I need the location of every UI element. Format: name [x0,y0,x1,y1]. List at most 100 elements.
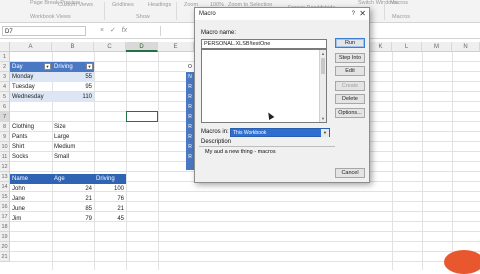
custom-views-button[interactable]: Custom Views [58,2,93,8]
table-cell[interactable]: 76 [94,194,126,204]
delete-button[interactable]: Delete [335,94,365,104]
table-header[interactable]: Age [52,174,94,184]
enter-icon[interactable]: ✓ [110,27,116,34]
row-header[interactable]: 19 [0,232,10,242]
run-button[interactable]: Run [335,38,365,48]
table-cell[interactable]: 79 [52,214,94,224]
list-item[interactable]: Socks [10,152,52,162]
row-header[interactable]: 20 [0,242,10,252]
row-header[interactable]: 5 [0,92,10,102]
column-header-n[interactable]: N [452,42,480,52]
row-header[interactable]: 18 [0,222,10,232]
column-header-m[interactable]: M [422,42,452,52]
table-cell[interactable]: 24 [52,184,94,194]
table-cell[interactable]: 95 [52,82,94,92]
list-item[interactable]: Size [52,122,94,132]
chevron-down-icon[interactable]: ▼ [321,129,329,137]
column-header-c[interactable]: C [94,42,126,52]
list-item[interactable]: Large [52,132,94,142]
table-cell[interactable]: 21 [52,194,94,204]
row-header[interactable]: 9 [0,132,10,142]
grid-line [452,52,453,270]
table-cell[interactable]: June [10,204,52,214]
table-cell[interactable]: Monday [10,72,52,82]
table-cell[interactable]: 100 [94,184,126,194]
row-header[interactable]: 2 [0,62,10,72]
row-header[interactable]: 14 [0,182,10,192]
row-header[interactable]: 3 [0,72,10,82]
table-cell[interactable]: 110 [52,92,94,102]
macro-name-input[interactable]: PERSONAL.XLSB!testOne [201,39,327,49]
list-item[interactable]: Clothing [10,122,52,132]
list-item[interactable]: Pants [10,132,52,142]
column-header-k[interactable]: K [370,42,392,52]
column-header-d[interactable]: D [126,42,158,52]
partial-cell: R [188,144,192,150]
row-header[interactable]: 21 [0,252,10,262]
row-header[interactable]: 16 [0,202,10,212]
scroll-thumb[interactable] [321,58,325,74]
gridlines-checkbox[interactable]: Gridlines [112,2,134,8]
table-header[interactable]: Name [10,174,52,184]
column-header-a[interactable]: A [10,42,52,52]
column-header-l[interactable]: L [392,42,422,52]
cancel-icon[interactable]: × [100,27,104,34]
description-label: Description [201,139,232,145]
table-header[interactable]: Day ▼ [10,62,52,72]
grid-line [126,52,127,270]
table-cell[interactable]: Wednesday [10,92,52,102]
create-button[interactable]: Create [335,81,365,91]
row-header[interactable]: 1 [0,52,10,62]
row-header[interactable]: 7 [0,112,10,122]
row-header[interactable]: 13 [0,172,10,182]
group-macros: Macros [392,14,411,20]
headings-checkbox[interactable]: Headings [148,2,171,8]
partial-cell: R [188,104,192,110]
partial-cell: O [186,62,194,72]
select-all-corner[interactable] [0,42,10,52]
macro-list[interactable]: ▲ ▼ [201,49,327,123]
row-header[interactable]: 4 [0,82,10,92]
close-icon[interactable]: ✕ [359,8,366,20]
table-cell[interactable]: John [10,184,52,194]
table-cell[interactable]: 21 [94,204,126,214]
options-button[interactable]: Options... [335,108,365,118]
table-cell[interactable]: Tuesday [10,82,52,92]
table-cell[interactable]: 85 [52,204,94,214]
scroll-down-icon[interactable]: ▼ [320,115,326,122]
macros-in-select[interactable]: This Workbook ▼ [230,128,330,137]
partial-cell: R [188,124,192,130]
step-into-button[interactable]: Step Into [335,53,365,63]
filter-dropdown-icon[interactable]: ▼ [86,63,93,70]
column-header-e[interactable]: E [158,42,194,52]
table-cell[interactable]: Jim [10,214,52,224]
column-header-b[interactable]: B [52,42,94,52]
table-cell[interactable]: Jane [10,194,52,204]
row-header[interactable]: 10 [0,142,10,152]
table-header[interactable]: Driving ▼ [52,62,94,72]
active-cell[interactable] [126,111,158,122]
dialog-title-bar: Macro ? ✕ [195,8,369,20]
name-box[interactable]: D7 [2,26,86,36]
insert-function-icon[interactable]: fx [122,27,127,34]
macros-button[interactable]: Macros [390,0,408,6]
help-icon[interactable]: ? [352,8,355,20]
list-item[interactable]: Shirt [10,142,52,152]
row-header[interactable]: 12 [0,162,10,172]
table-cell[interactable]: 45 [94,214,126,224]
macro-list-scrollbar[interactable]: ▲ ▼ [319,50,326,122]
row-header[interactable]: 15 [0,192,10,202]
row-header[interactable]: 17 [0,212,10,222]
description-divider [199,146,335,147]
cancel-button[interactable]: Cancel [335,168,365,178]
row-header[interactable]: 8 [0,122,10,132]
list-item[interactable]: Small [52,152,94,162]
row-header[interactable]: 11 [0,152,10,162]
scroll-up-icon[interactable]: ▲ [320,50,326,57]
edit-button[interactable]: Edit [335,66,365,76]
list-item[interactable]: Medium [52,142,94,152]
row-header[interactable]: 6 [0,102,10,112]
filter-dropdown-icon[interactable]: ▼ [44,63,51,70]
table-header[interactable]: Driving [94,174,126,184]
table-cell[interactable]: 55 [52,72,94,82]
